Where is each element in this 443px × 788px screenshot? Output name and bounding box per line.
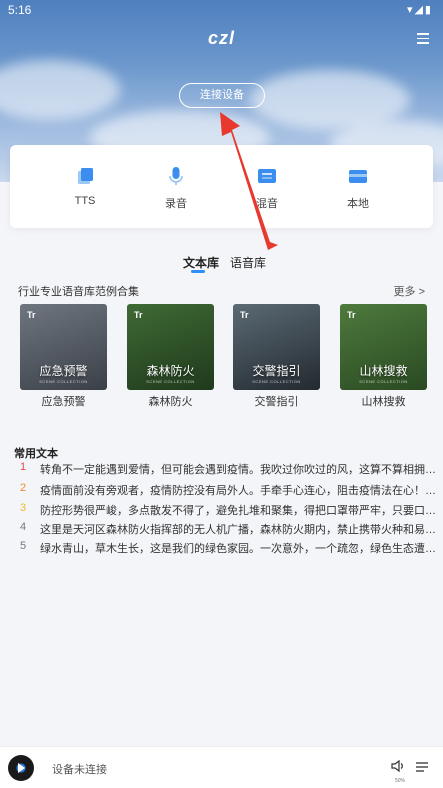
function-label: 本地 (347, 198, 369, 210)
tts-icon (78, 168, 93, 184)
common-text-item[interactable]: 3 防控形势很严峻，多点散发不得了，避免扎堆和聚集，得把口罩带严牢，只要口罩戴得… (0, 502, 443, 520)
scene-overlay-title: 山林搜救 (359, 364, 408, 378)
common-text-item[interactable]: 1 转角不一定能遇到爱情，但可能会遇到疫情。我吹过你吹过的风，这算不算相拥。算！… (0, 461, 443, 479)
scene-overlay-title: 交警指引 (252, 364, 301, 378)
scene-overlay-title: 森林防火 (146, 364, 195, 378)
item-number: 1 (20, 461, 27, 473)
function-label: 录音 (165, 198, 187, 210)
function-local[interactable]: 本地 (328, 165, 388, 211)
mixer-icon (258, 169, 276, 183)
function-record[interactable]: 录音 (146, 165, 206, 211)
bottom-player: 设备未连接 50% (0, 746, 443, 788)
function-label: TTS (74, 195, 96, 207)
common-text-section: 常用文本 1 转角不一定能遇到爱情，但可能会遇到疫情。我吹过你吹过的风，这算不算… (0, 432, 443, 557)
scene-caption: 山林搜救 (361, 396, 406, 408)
scene-thumbnail: Tr 森林防火 SCENE COLLECTION (127, 304, 214, 390)
connect-device-button[interactable]: 连接设备 (179, 83, 265, 108)
scene-overlay-sub: SCENE COLLECTION (146, 379, 195, 384)
tt-badge-icon: Tr (347, 310, 356, 320)
tt-badge-icon: Tr (240, 310, 249, 320)
device-status: 设备未连接 (52, 764, 107, 776)
scene-overlay-title: 应急预警 (39, 364, 88, 378)
scene-caption: 交警指引 (254, 396, 299, 408)
common-text-item[interactable]: 4 这里是天河区森林防火指挥部的无人机广播，森林防火期内，禁止携带火种和易燃易爆… (0, 521, 443, 539)
item-text: 绿水青山，草木生长，这是我们的绿色家园。一次意外，一个疏忽，绿色生态遭到破坏 (40, 543, 438, 555)
status-time: 5:16 (8, 3, 32, 17)
play-icon[interactable] (18, 763, 25, 773)
scene-thumbnail: Tr 山林搜救 SCENE COLLECTION (340, 304, 427, 390)
scene-thumbnail: Tr 应急预警 SCENE COLLECTION (20, 304, 107, 390)
more-link[interactable]: 更多 > (394, 283, 425, 299)
item-text: 防控形势很严峻，多点散发不得了，避免扎堆和聚集，得把口罩带严牢，只要口罩戴得好 (40, 505, 438, 517)
volume-icon[interactable] (391, 759, 405, 773)
playlist-icon[interactable] (415, 760, 429, 774)
function-card: TTS 录音 混音 本地 (10, 145, 433, 228)
scene-overlay-sub: SCENE COLLECTION (359, 379, 408, 384)
scene-caption: 应急预警 (41, 396, 86, 408)
tab-voice-library[interactable]: 语音库 (230, 254, 266, 271)
scene-overlay-sub: SCENE COLLECTION (252, 379, 301, 384)
scene-card[interactable]: Tr 森林防火 SCENE COLLECTION 森林防火 (127, 304, 214, 409)
microphone-icon (169, 167, 183, 185)
cloud-decoration (0, 60, 120, 120)
common-text-title: 常用文本 (14, 448, 58, 460)
common-text-item[interactable]: 2 疫情面前没有旁观者，疫情防控没有局外人。手牵手心连心，阻击疫情法在心！防疫千… (0, 482, 443, 500)
item-text: 这里是天河区森林防火指挥部的无人机广播，森林防火期内，禁止携带火种和易燃易爆物品 (40, 524, 438, 536)
function-mix[interactable]: 混音 (237, 165, 297, 211)
scene-thumbnail: Tr 交警指引 SCENE COLLECTION (233, 304, 320, 390)
item-number: 2 (20, 482, 27, 494)
tt-badge-icon: Tr (27, 310, 36, 320)
item-number: 5 (20, 540, 27, 552)
function-tts[interactable]: TTS (55, 165, 115, 207)
item-number: 3 (20, 502, 27, 514)
scene-caption: 森林防火 (148, 396, 193, 408)
function-label: 混音 (256, 198, 278, 210)
scene-card[interactable]: Tr 应急预警 SCENE COLLECTION 应急预警 (20, 304, 107, 409)
tt-badge-icon: Tr (134, 310, 143, 320)
item-text: 疫情面前没有旁观者，疫情防控没有局外人。手牵手心连心，阻击疫情法在心！防疫千万条 (40, 485, 438, 497)
status-bar: 5:16 ▾◢▮ (0, 0, 443, 20)
menu-icon[interactable] (417, 33, 429, 44)
section-title: 行业专业语音库范例合集 (18, 286, 139, 298)
item-number: 4 (20, 521, 27, 533)
scene-card[interactable]: Tr 交警指引 SCENE COLLECTION 交警指引 (233, 304, 320, 409)
tab-text-library[interactable]: 文本库 (183, 254, 219, 271)
folder-icon (349, 170, 367, 183)
scene-overlay-sub: SCENE COLLECTION (39, 379, 88, 384)
volume-percent: 50% (394, 778, 405, 784)
status-icons: ▾◢▮ (406, 4, 433, 16)
tab-active-indicator (191, 270, 205, 273)
common-text-item[interactable]: 5 绿水青山，草木生长，这是我们的绿色家园。一次意外，一个疏忽，绿色生态遭到破坏 (0, 540, 443, 558)
app-logo: czl (207, 28, 235, 48)
item-text: 转角不一定能遇到爱情，但可能会遇到疫情。我吹过你吹过的风，这算不算相拥。算！算！ (40, 464, 438, 476)
scene-card[interactable]: Tr 山林搜救 SCENE COLLECTION 山林搜救 (340, 304, 427, 409)
library-tabs: 文本库 语音库 (0, 254, 443, 276)
